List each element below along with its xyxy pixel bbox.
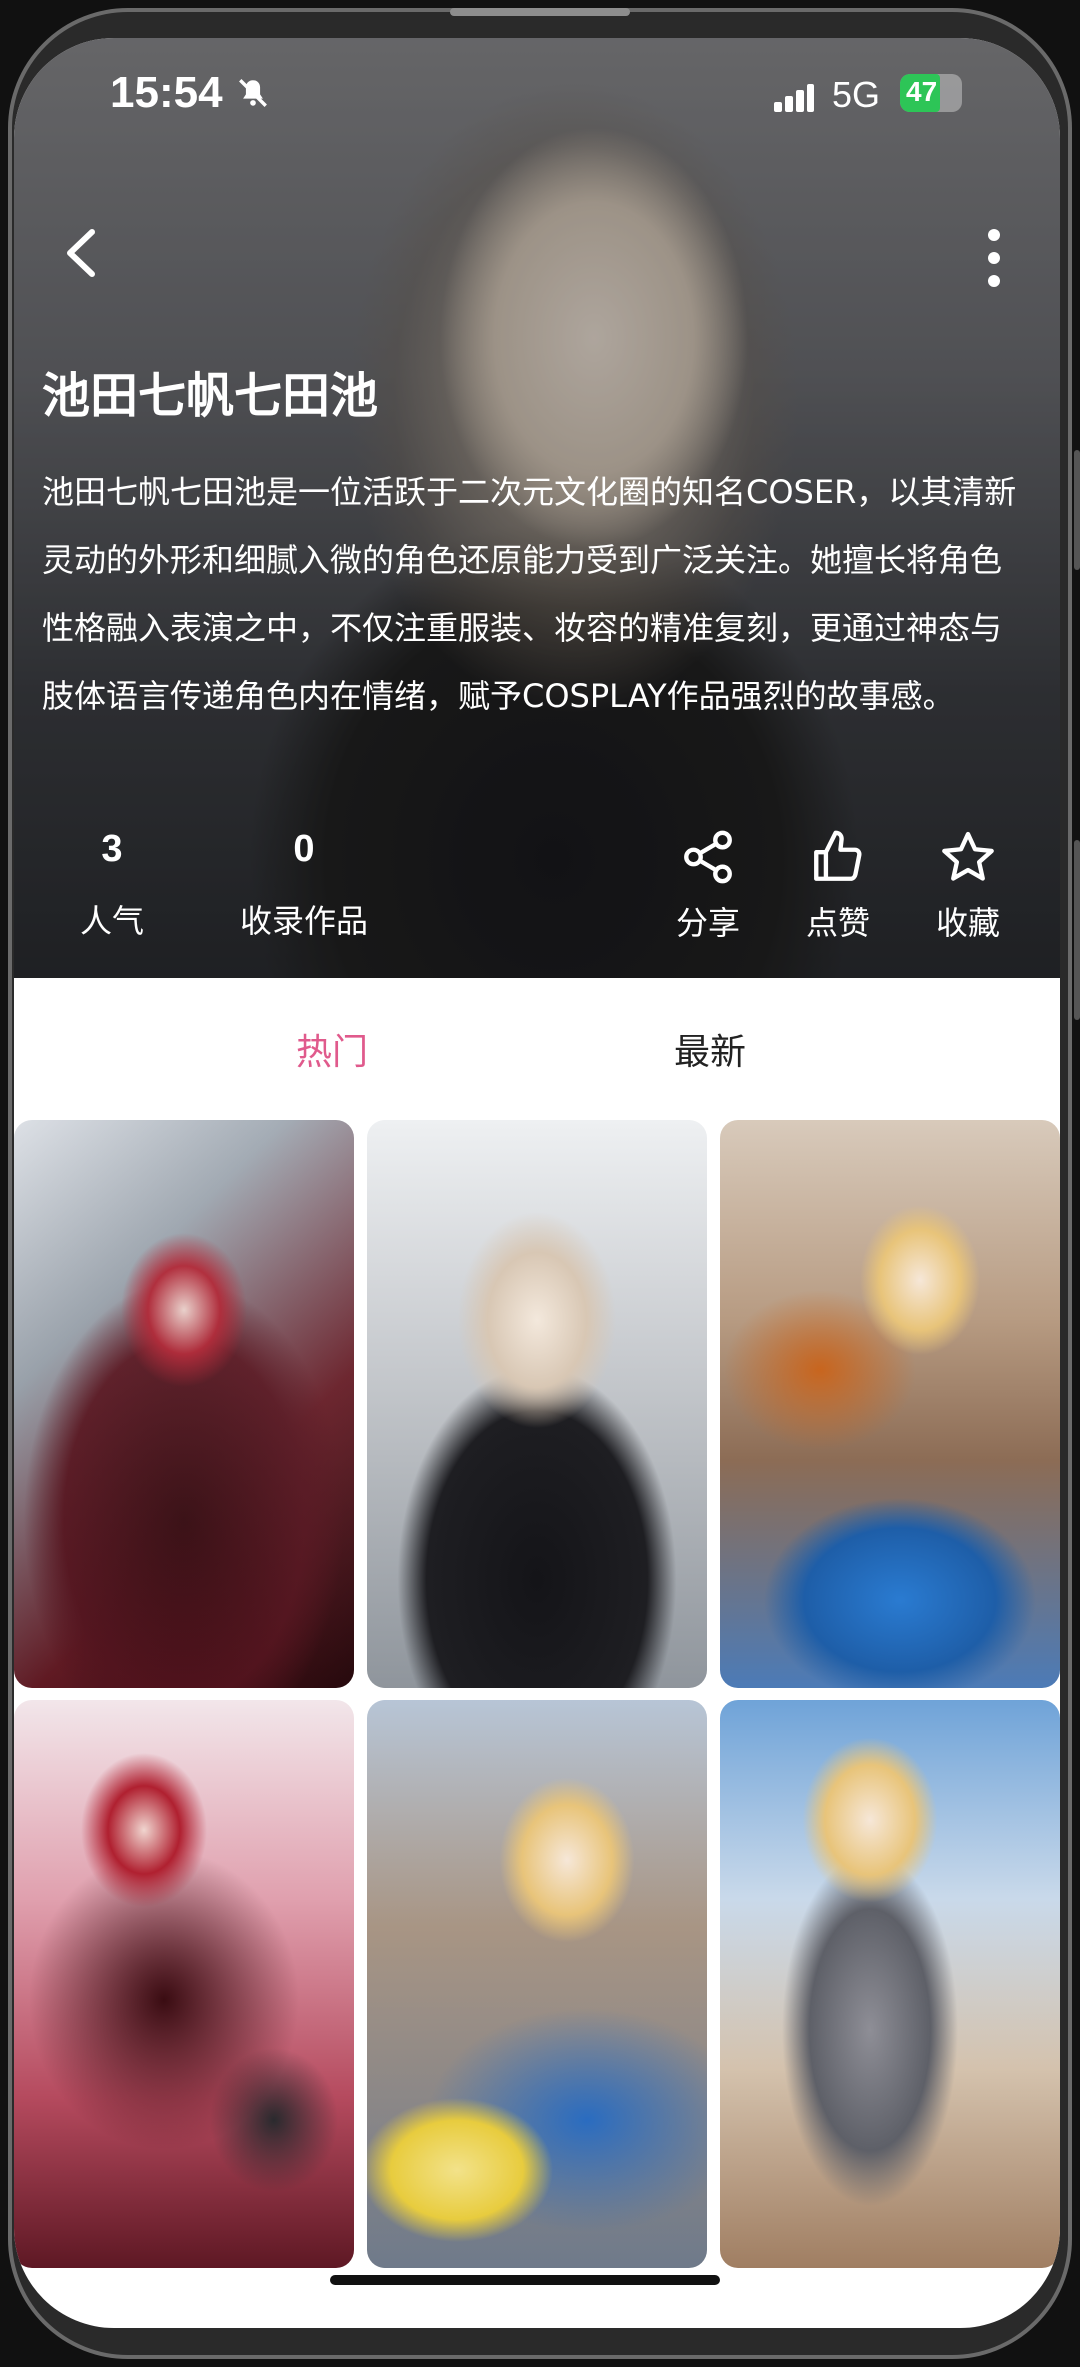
work-tile[interactable] — [720, 1120, 1060, 1688]
share-label: 分享 — [675, 904, 740, 942]
tab-latest[interactable]: 最新 — [674, 1023, 746, 1075]
work-tile[interactable] — [14, 1120, 354, 1688]
profile-description: 池田七帆七田池是一位活跃于二次元文化圈的知名COSER，以其清新灵动的外形和细腻… — [42, 473, 1017, 715]
chevron-left-icon — [67, 229, 95, 277]
stat-works: 0 收录作品 — [214, 828, 394, 942]
battery-indicator: 47 — [900, 74, 966, 112]
back-button[interactable] — [54, 218, 114, 288]
tab-hot[interactable]: 热门 — [296, 1023, 368, 1075]
status-bar: 15:54 5G 47 — [14, 38, 1060, 148]
speaker-grille — [450, 8, 630, 16]
signal-icon — [774, 84, 814, 112]
tile-image — [720, 1120, 1060, 1688]
profile-hero: 15:54 5G 47 池田七帆七田池 池田七帆七田池是一位活跃于二次元文化圈的… — [14, 38, 1060, 978]
share-button[interactable]: 分享 — [658, 828, 758, 944]
network-type: 5G — [832, 74, 881, 115]
status-time: 15:54 — [110, 68, 223, 117]
star-icon — [942, 831, 994, 881]
work-tile[interactable] — [14, 1700, 354, 2268]
works-label: 收录作品 — [239, 902, 368, 940]
work-tile[interactable] — [367, 1120, 707, 1688]
power-button — [1074, 840, 1080, 1020]
share-icon — [684, 830, 732, 884]
volume-button — [1074, 450, 1080, 570]
popularity-value: 3 — [101, 828, 123, 870]
like-label: 点赞 — [805, 904, 870, 942]
battery-percent: 47 — [906, 76, 938, 107]
tab-bar: 热门 最新 — [14, 978, 1060, 1108]
favorite-label: 收藏 — [935, 904, 1000, 942]
popularity-label: 人气 — [79, 902, 144, 940]
more-vertical-icon — [988, 229, 1000, 287]
app-screen: 15:54 5G 47 池田七帆七田池 池田七帆七田池是一位活跃于二次元文化圈的… — [14, 38, 1060, 2328]
profile-name: 池田七帆七田池 — [42, 368, 379, 424]
tile-image — [14, 1120, 354, 1688]
like-button[interactable]: 点赞 — [788, 828, 888, 944]
home-indicator[interactable] — [330, 2275, 720, 2285]
phone-frame: 15:54 5G 47 池田七帆七田池 池田七帆七田池是一位活跃于二次元文化圈的… — [0, 0, 1080, 2367]
tile-image — [367, 1700, 707, 2268]
works-value: 0 — [293, 828, 315, 870]
favorite-button[interactable]: 收藏 — [918, 828, 1018, 944]
tile-image — [720, 1700, 1060, 2268]
tile-image — [14, 1700, 354, 2268]
tile-image — [367, 1120, 707, 1688]
work-tile[interactable] — [367, 1700, 707, 2268]
more-options-button[interactable] — [974, 223, 1014, 293]
thumbs-up-icon — [814, 830, 862, 881]
stat-popularity: 3 人气 — [52, 828, 172, 942]
work-tile[interactable] — [720, 1700, 1060, 2268]
bell-off-icon — [239, 79, 267, 107]
